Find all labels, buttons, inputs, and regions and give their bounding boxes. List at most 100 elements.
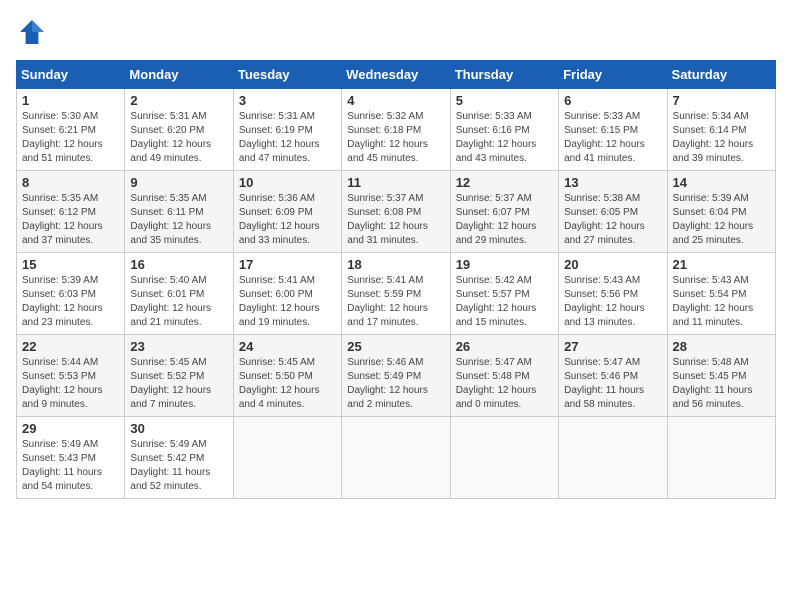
- calendar-cell: 13 Sunrise: 5:38 AM Sunset: 6:05 PM Dayli…: [559, 171, 667, 253]
- calendar-cell: 30 Sunrise: 5:49 AM Sunset: 5:42 PM Dayli…: [125, 417, 233, 499]
- day-number: 12: [456, 175, 553, 190]
- day-info: Sunrise: 5:32 AM Sunset: 6:18 PM Dayligh…: [347, 110, 444, 166]
- day-number: 4: [347, 93, 444, 108]
- day-number: 25: [347, 339, 444, 354]
- calendar-cell: [233, 417, 341, 499]
- day-info: Sunrise: 5:35 AM Sunset: 6:12 PM Dayligh…: [22, 192, 119, 248]
- calendar-cell: 6 Sunrise: 5:33 AM Sunset: 6:15 PM Daylig…: [559, 89, 667, 171]
- day-number: 9: [130, 175, 227, 190]
- day-info: Sunrise: 5:49 AM Sunset: 5:43 PM Dayligh…: [22, 438, 119, 494]
- day-number: 23: [130, 339, 227, 354]
- calendar-cell: 23 Sunrise: 5:45 AM Sunset: 5:52 PM Dayli…: [125, 335, 233, 417]
- day-info: Sunrise: 5:47 AM Sunset: 5:46 PM Dayligh…: [564, 356, 661, 412]
- day-number: 26: [456, 339, 553, 354]
- day-number: 20: [564, 257, 661, 272]
- calendar-cell: 10 Sunrise: 5:36 AM Sunset: 6:09 PM Dayli…: [233, 171, 341, 253]
- calendar-cell: [450, 417, 558, 499]
- day-info: Sunrise: 5:45 AM Sunset: 5:52 PM Dayligh…: [130, 356, 227, 412]
- calendar-body: 1 Sunrise: 5:30 AM Sunset: 6:21 PM Daylig…: [17, 89, 776, 499]
- day-info: Sunrise: 5:40 AM Sunset: 6:01 PM Dayligh…: [130, 274, 227, 330]
- calendar-cell: 21 Sunrise: 5:43 AM Sunset: 5:54 PM Dayli…: [667, 253, 775, 335]
- calendar-cell: 9 Sunrise: 5:35 AM Sunset: 6:11 PM Daylig…: [125, 171, 233, 253]
- day-number: 10: [239, 175, 336, 190]
- calendar-cell: 7 Sunrise: 5:34 AM Sunset: 6:14 PM Daylig…: [667, 89, 775, 171]
- day-number: 7: [673, 93, 770, 108]
- day-number: 15: [22, 257, 119, 272]
- day-header-sunday: Sunday: [17, 61, 125, 89]
- calendar-cell: [667, 417, 775, 499]
- day-number: 21: [673, 257, 770, 272]
- calendar-week-1: 1 Sunrise: 5:30 AM Sunset: 6:21 PM Daylig…: [17, 89, 776, 171]
- calendar-week-3: 15 Sunrise: 5:39 AM Sunset: 6:03 PM Dayli…: [17, 253, 776, 335]
- calendar-cell: 8 Sunrise: 5:35 AM Sunset: 6:12 PM Daylig…: [17, 171, 125, 253]
- day-info: Sunrise: 5:34 AM Sunset: 6:14 PM Dayligh…: [673, 110, 770, 166]
- day-info: Sunrise: 5:36 AM Sunset: 6:09 PM Dayligh…: [239, 192, 336, 248]
- day-info: Sunrise: 5:42 AM Sunset: 5:57 PM Dayligh…: [456, 274, 553, 330]
- day-info: Sunrise: 5:39 AM Sunset: 6:04 PM Dayligh…: [673, 192, 770, 248]
- day-info: Sunrise: 5:33 AM Sunset: 6:15 PM Dayligh…: [564, 110, 661, 166]
- calendar-cell: 22Sunrise: 5:44 AM Sunset: 5:53 PM Dayli…: [17, 335, 125, 417]
- day-info: Sunrise: 5:47 AM Sunset: 5:48 PM Dayligh…: [456, 356, 553, 412]
- day-info: Sunrise: 5:38 AM Sunset: 6:05 PM Dayligh…: [564, 192, 661, 248]
- day-info: Sunrise: 5:39 AM Sunset: 6:03 PM Dayligh…: [22, 274, 119, 330]
- day-header-thursday: Thursday: [450, 61, 558, 89]
- calendar-cell: 5 Sunrise: 5:33 AM Sunset: 6:16 PM Daylig…: [450, 89, 558, 171]
- calendar-cell: 25 Sunrise: 5:46 AM Sunset: 5:49 PM Dayli…: [342, 335, 450, 417]
- day-number: 19: [456, 257, 553, 272]
- calendar-cell: 18 Sunrise: 5:41 AM Sunset: 5:59 PM Dayli…: [342, 253, 450, 335]
- calendar-cell: 20Sunrise: 5:43 AM Sunset: 5:56 PM Dayli…: [559, 253, 667, 335]
- day-info: Sunrise: 5:45 AM Sunset: 5:50 PM Dayligh…: [239, 356, 336, 412]
- calendar-cell: [559, 417, 667, 499]
- calendar-cell: 11 Sunrise: 5:37 AM Sunset: 6:08 PM Dayli…: [342, 171, 450, 253]
- day-info: Sunrise: 5:46 AM Sunset: 5:49 PM Dayligh…: [347, 356, 444, 412]
- day-number: 8: [22, 175, 119, 190]
- day-info: Sunrise: 5:41 AM Sunset: 5:59 PM Dayligh…: [347, 274, 444, 330]
- day-header-friday: Friday: [559, 61, 667, 89]
- day-number: 29: [22, 421, 119, 436]
- page-header: [16, 16, 776, 48]
- calendar-week-4: 22Sunrise: 5:44 AM Sunset: 5:53 PM Dayli…: [17, 335, 776, 417]
- calendar-cell: 19 Sunrise: 5:42 AM Sunset: 5:57 PM Dayli…: [450, 253, 558, 335]
- day-info: Sunrise: 5:43 AM Sunset: 5:54 PM Dayligh…: [673, 274, 770, 330]
- day-number: 24: [239, 339, 336, 354]
- calendar-cell: 4 Sunrise: 5:32 AM Sunset: 6:18 PM Daylig…: [342, 89, 450, 171]
- calendar-cell: 16 Sunrise: 5:40 AM Sunset: 6:01 PM Dayli…: [125, 253, 233, 335]
- day-number: 13: [564, 175, 661, 190]
- day-info: Sunrise: 5:35 AM Sunset: 6:11 PM Dayligh…: [130, 192, 227, 248]
- calendar-table: SundayMondayTuesdayWednesdayThursdayFrid…: [16, 60, 776, 499]
- day-info: Sunrise: 5:37 AM Sunset: 6:07 PM Dayligh…: [456, 192, 553, 248]
- day-number: 30: [130, 421, 227, 436]
- day-info: Sunrise: 5:44 AM Sunset: 5:53 PM Dayligh…: [22, 356, 119, 412]
- calendar-cell: 28Sunrise: 5:48 AM Sunset: 5:45 PM Dayli…: [667, 335, 775, 417]
- day-number: 18: [347, 257, 444, 272]
- calendar-cell: 26 Sunrise: 5:47 AM Sunset: 5:48 PM Dayli…: [450, 335, 558, 417]
- day-info: Sunrise: 5:31 AM Sunset: 6:20 PM Dayligh…: [130, 110, 227, 166]
- calendar-cell: 12 Sunrise: 5:37 AM Sunset: 6:07 PM Dayli…: [450, 171, 558, 253]
- day-info: Sunrise: 5:37 AM Sunset: 6:08 PM Dayligh…: [347, 192, 444, 248]
- day-info: Sunrise: 5:30 AM Sunset: 6:21 PM Dayligh…: [22, 110, 119, 166]
- calendar-week-5: 29 Sunrise: 5:49 AM Sunset: 5:43 PM Dayli…: [17, 417, 776, 499]
- day-header-wednesday: Wednesday: [342, 61, 450, 89]
- day-number: 28: [673, 339, 770, 354]
- day-info: Sunrise: 5:49 AM Sunset: 5:42 PM Dayligh…: [130, 438, 227, 494]
- day-number: 6: [564, 93, 661, 108]
- day-number: 11: [347, 175, 444, 190]
- calendar-cell: 27Sunrise: 5:47 AM Sunset: 5:46 PM Dayli…: [559, 335, 667, 417]
- calendar-cell: 17 Sunrise: 5:41 AM Sunset: 6:00 PM Dayli…: [233, 253, 341, 335]
- calendar-cell: [342, 417, 450, 499]
- day-info: Sunrise: 5:41 AM Sunset: 6:00 PM Dayligh…: [239, 274, 336, 330]
- day-header-monday: Monday: [125, 61, 233, 89]
- day-number: 14: [673, 175, 770, 190]
- calendar-cell: 2 Sunrise: 5:31 AM Sunset: 6:20 PM Daylig…: [125, 89, 233, 171]
- day-number: 17: [239, 257, 336, 272]
- day-info: Sunrise: 5:33 AM Sunset: 6:16 PM Dayligh…: [456, 110, 553, 166]
- day-number: 1: [22, 93, 119, 108]
- logo: [16, 16, 52, 48]
- day-number: 5: [456, 93, 553, 108]
- calendar-week-2: 8 Sunrise: 5:35 AM Sunset: 6:12 PM Daylig…: [17, 171, 776, 253]
- day-info: Sunrise: 5:31 AM Sunset: 6:19 PM Dayligh…: [239, 110, 336, 166]
- day-number: 16: [130, 257, 227, 272]
- day-number: 2: [130, 93, 227, 108]
- calendar-cell: 29 Sunrise: 5:49 AM Sunset: 5:43 PM Dayli…: [17, 417, 125, 499]
- day-header-saturday: Saturday: [667, 61, 775, 89]
